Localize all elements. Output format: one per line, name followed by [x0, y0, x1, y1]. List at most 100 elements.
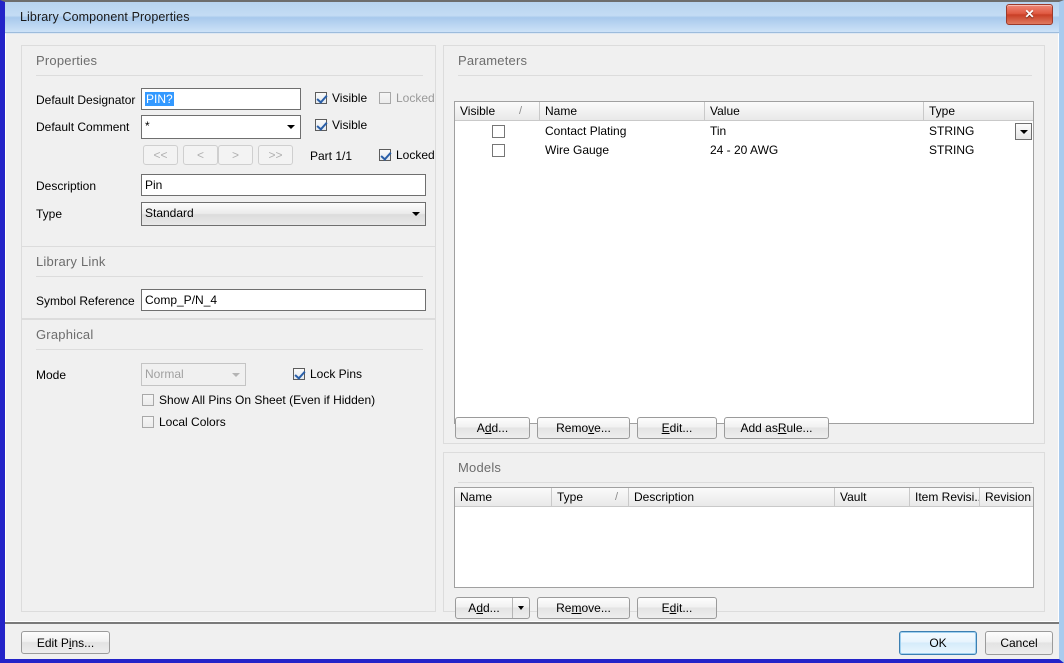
models-column-revision-status[interactable]: Revision S... [980, 488, 1034, 507]
btn-accesskey: m [571, 602, 581, 614]
symbol-reference-value: Comp_P/N_4 [145, 293, 217, 307]
row-value: 24 - 20 AWG [705, 141, 924, 160]
models-remove-button[interactable]: Remove... [537, 597, 630, 619]
parameters-remove-button[interactable]: Remove... [537, 417, 630, 439]
models-column-item-revision[interactable]: Item Revisi... [910, 488, 980, 507]
checkbox-icon [379, 149, 391, 161]
mode-value: Normal [145, 367, 184, 381]
component-type-label: Type [36, 207, 62, 221]
parameters-column-value[interactable]: Value [705, 102, 924, 121]
nav-first-button[interactable]: << [143, 145, 178, 165]
parameters-column-type[interactable]: Type [924, 102, 1034, 121]
btn-text: ns... [72, 637, 95, 649]
chevron-down-icon [232, 373, 240, 377]
dialog-window: Library Component Properties ✕ Propertie… [0, 0, 1064, 663]
nav-next-button[interactable]: > [218, 145, 253, 165]
models-grid[interactable]: Name Type / Description Vault Item Revis… [454, 487, 1034, 588]
chevron-down-icon [287, 125, 295, 129]
parameters-grid[interactable]: Visible / Name Value Type Contact Platin… [454, 101, 1034, 424]
parameters-add-as-rule-button[interactable]: Add as Rule... [724, 417, 829, 439]
btn-accesskey: d [670, 602, 677, 614]
models-column-vault[interactable]: Vault [835, 488, 910, 507]
models-sort-indicator: / [615, 488, 618, 506]
table-row[interactable]: Wire Gauge 24 - 20 AWG STRING [455, 141, 1033, 160]
nav-prev-button[interactable]: < [183, 145, 218, 165]
btn-text: E [662, 602, 670, 614]
cancel-button[interactable]: Cancel [985, 631, 1053, 655]
symbol-reference-label: Symbol Reference [36, 294, 135, 308]
part-locked-checkbox[interactable]: Locked [379, 148, 435, 162]
ok-button[interactable]: OK [899, 631, 977, 655]
btn-text: it... [676, 602, 692, 614]
default-comment-combo[interactable]: * [141, 115, 301, 139]
btn-accesskey: d [485, 422, 492, 434]
lock-pins-label: Lock Pins [310, 367, 362, 381]
btn-text: Edit P [37, 637, 69, 649]
comment-visible-checkbox[interactable]: Visible [315, 118, 367, 132]
designator-locked-checkbox[interactable]: Locked [379, 91, 435, 105]
default-designator-input[interactable]: PIN? [141, 88, 301, 110]
checkbox-icon [142, 394, 154, 406]
table-row[interactable]: Contact Plating Tin STRING [455, 122, 1033, 141]
checkbox-icon [293, 368, 305, 380]
checkbox-icon [142, 416, 154, 428]
mode-combo[interactable]: Normal [141, 363, 246, 386]
btn-accesskey: d [476, 602, 483, 614]
description-value: Pin [145, 178, 162, 192]
row-type: STRING [924, 122, 1014, 141]
row-value: Tin [705, 122, 924, 141]
library-link-panel-title: Library Link [36, 254, 106, 269]
default-designator-label: Default Designator [36, 93, 135, 107]
row-type-dropdown-icon[interactable] [1015, 123, 1032, 140]
graphical-panel: Graphical Mode Normal Lock Pins Show All… [21, 319, 436, 612]
row-visible-checkbox[interactable] [492, 125, 505, 138]
btn-accesskey: R [778, 422, 787, 434]
mode-label: Mode [36, 368, 66, 382]
btn-accesskey: E [662, 422, 670, 434]
parameters-add-button[interactable]: Add... [455, 417, 530, 439]
row-name: Wire Gauge [540, 141, 705, 160]
btn-text: A [468, 602, 476, 614]
component-type-combo[interactable]: Standard [141, 202, 426, 226]
nav-last-button[interactable]: >> [258, 145, 293, 165]
models-panel-divider [458, 482, 1032, 483]
window-title: Library Component Properties [20, 10, 190, 24]
designator-visible-checkbox[interactable]: Visible [315, 91, 367, 105]
symbol-reference-input[interactable]: Comp_P/N_4 [141, 289, 426, 311]
properties-panel-divider [36, 75, 423, 76]
parameters-panel-title: Parameters [458, 53, 527, 68]
local-colors-label: Local Colors [159, 415, 226, 429]
designator-visible-label: Visible [332, 91, 367, 105]
btn-text: d... [492, 422, 509, 434]
default-designator-value: PIN? [145, 92, 174, 106]
btn-text: dit... [670, 422, 693, 434]
edit-pins-button[interactable]: Edit Pins... [21, 631, 110, 654]
btn-text: ule... [787, 422, 813, 434]
models-add-dropdown-icon[interactable] [512, 598, 529, 618]
description-label: Description [36, 179, 96, 193]
parameters-edit-button[interactable]: Edit... [637, 417, 717, 439]
models-column-description[interactable]: Description [629, 488, 835, 507]
component-type-value: Standard [145, 206, 194, 220]
models-add-button[interactable]: Add... [455, 597, 530, 619]
row-type: STRING [924, 141, 1034, 160]
btn-text: ove... [581, 602, 610, 614]
close-button[interactable]: ✕ [1006, 4, 1053, 25]
models-column-name[interactable]: Name [455, 488, 552, 507]
default-comment-value: * [145, 119, 150, 133]
lock-pins-checkbox[interactable]: Lock Pins [293, 367, 362, 381]
chevron-down-icon [412, 212, 420, 216]
parameters-column-name[interactable]: Name [540, 102, 705, 121]
row-visible-checkbox[interactable] [492, 144, 505, 157]
local-colors-checkbox[interactable]: Local Colors [142, 415, 226, 429]
description-input[interactable]: Pin [141, 174, 426, 196]
part-locked-label: Locked [396, 148, 435, 162]
show-all-pins-label: Show All Pins On Sheet (Even if Hidden) [159, 393, 375, 407]
models-panel: Models Name Type / Description Vault Ite… [443, 452, 1045, 612]
btn-text: A [477, 422, 485, 434]
show-all-pins-checkbox[interactable]: Show All Pins On Sheet (Even if Hidden) [142, 393, 375, 407]
models-edit-button[interactable]: Edit... [637, 597, 717, 619]
parameters-panel-divider [458, 75, 1032, 76]
parameters-column-visible[interactable]: Visible [455, 102, 540, 121]
checkbox-icon [315, 92, 327, 104]
